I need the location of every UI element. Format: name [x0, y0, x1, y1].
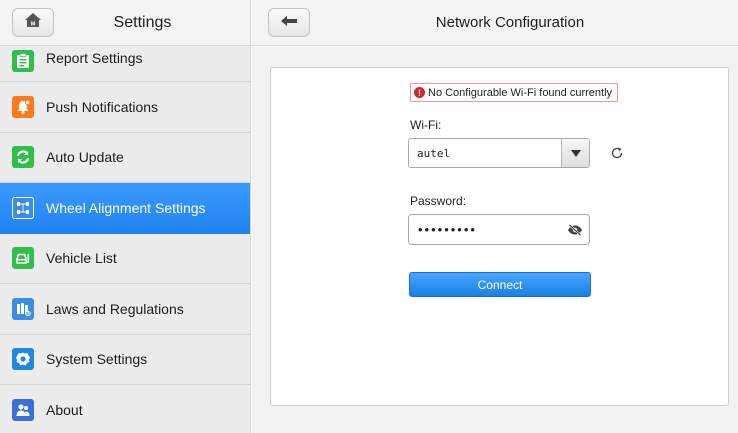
sidebar-list: Report Settings Push Notifications Auto …: [0, 46, 250, 433]
sidebar-item-system-settings[interactable]: System Settings: [0, 335, 250, 385]
report-icon: [12, 50, 34, 72]
sidebar-item-label: Vehicle List: [46, 250, 117, 267]
sidebar-item-about[interactable]: About: [0, 385, 250, 433]
network-config-panel: ! No Configurable Wi-Fi found currently …: [270, 67, 729, 406]
laws-icon: [12, 297, 34, 320]
wifi-label: Wi-Fi:: [410, 118, 442, 132]
password-label: Password:: [410, 194, 467, 208]
sidebar-item-label: Laws and Regulations: [46, 300, 184, 317]
refresh-icon[interactable]: [609, 145, 625, 161]
sidebar-item-auto-update[interactable]: Auto Update: [0, 133, 250, 183]
password-value: •••••••••: [418, 222, 477, 237]
connect-button[interactable]: Connect: [409, 272, 591, 297]
wheel-alignment-icon: [12, 196, 34, 219]
sidebar-item-laws-and-regulations[interactable]: Laws and Regulations: [0, 284, 250, 335]
hide-password-icon[interactable]: [561, 223, 589, 236]
dropdown-arrow-icon[interactable]: [561, 139, 589, 167]
password-field[interactable]: •••••••••: [408, 214, 590, 245]
vehicle-icon: [12, 247, 34, 270]
sidebar-item-label: Auto Update: [46, 149, 124, 166]
error-icon: !: [414, 87, 425, 98]
sidebar-item-label: Report Settings: [46, 50, 143, 66]
sidebar-item-push-notifications[interactable]: Push Notifications: [0, 82, 250, 133]
bell-icon: [12, 95, 34, 118]
sidebar-item-label: System Settings: [46, 351, 148, 368]
sidebar-header: M Settings: [0, 0, 250, 46]
sidebar-item-report-settings[interactable]: Report Settings: [0, 46, 250, 82]
settings-sidebar: M Settings Report Settings Push Notifica…: [0, 0, 251, 433]
sidebar-item-wheel-alignment-settings[interactable]: Wheel Alignment Settings: [0, 183, 250, 234]
wifi-selected-value: autel: [417, 146, 451, 160]
app-window: M Settings Report Settings Push Notifica…: [0, 0, 738, 433]
sidebar-title: Settings: [113, 14, 172, 31]
warning-text: No Configurable Wi-Fi found currently: [428, 86, 613, 99]
sidebar-item-vehicle-list[interactable]: Vehicle List: [0, 234, 250, 284]
gear-icon: [12, 348, 34, 371]
main-content: ! No Configurable Wi-Fi found currently …: [252, 47, 738, 433]
about-icon: [12, 398, 34, 421]
page-title: Network Configuration: [435, 14, 585, 31]
sidebar-item-label: Push Notifications: [46, 98, 159, 115]
sidebar-item-label: About: [46, 401, 83, 418]
main-header: Network Configuration: [252, 0, 738, 46]
sidebar-item-label: Wheel Alignment Settings: [46, 199, 206, 216]
update-icon: [12, 146, 34, 169]
no-wifi-warning: ! No Configurable Wi-Fi found currently: [410, 83, 619, 102]
wifi-select[interactable]: autel: [408, 138, 590, 168]
